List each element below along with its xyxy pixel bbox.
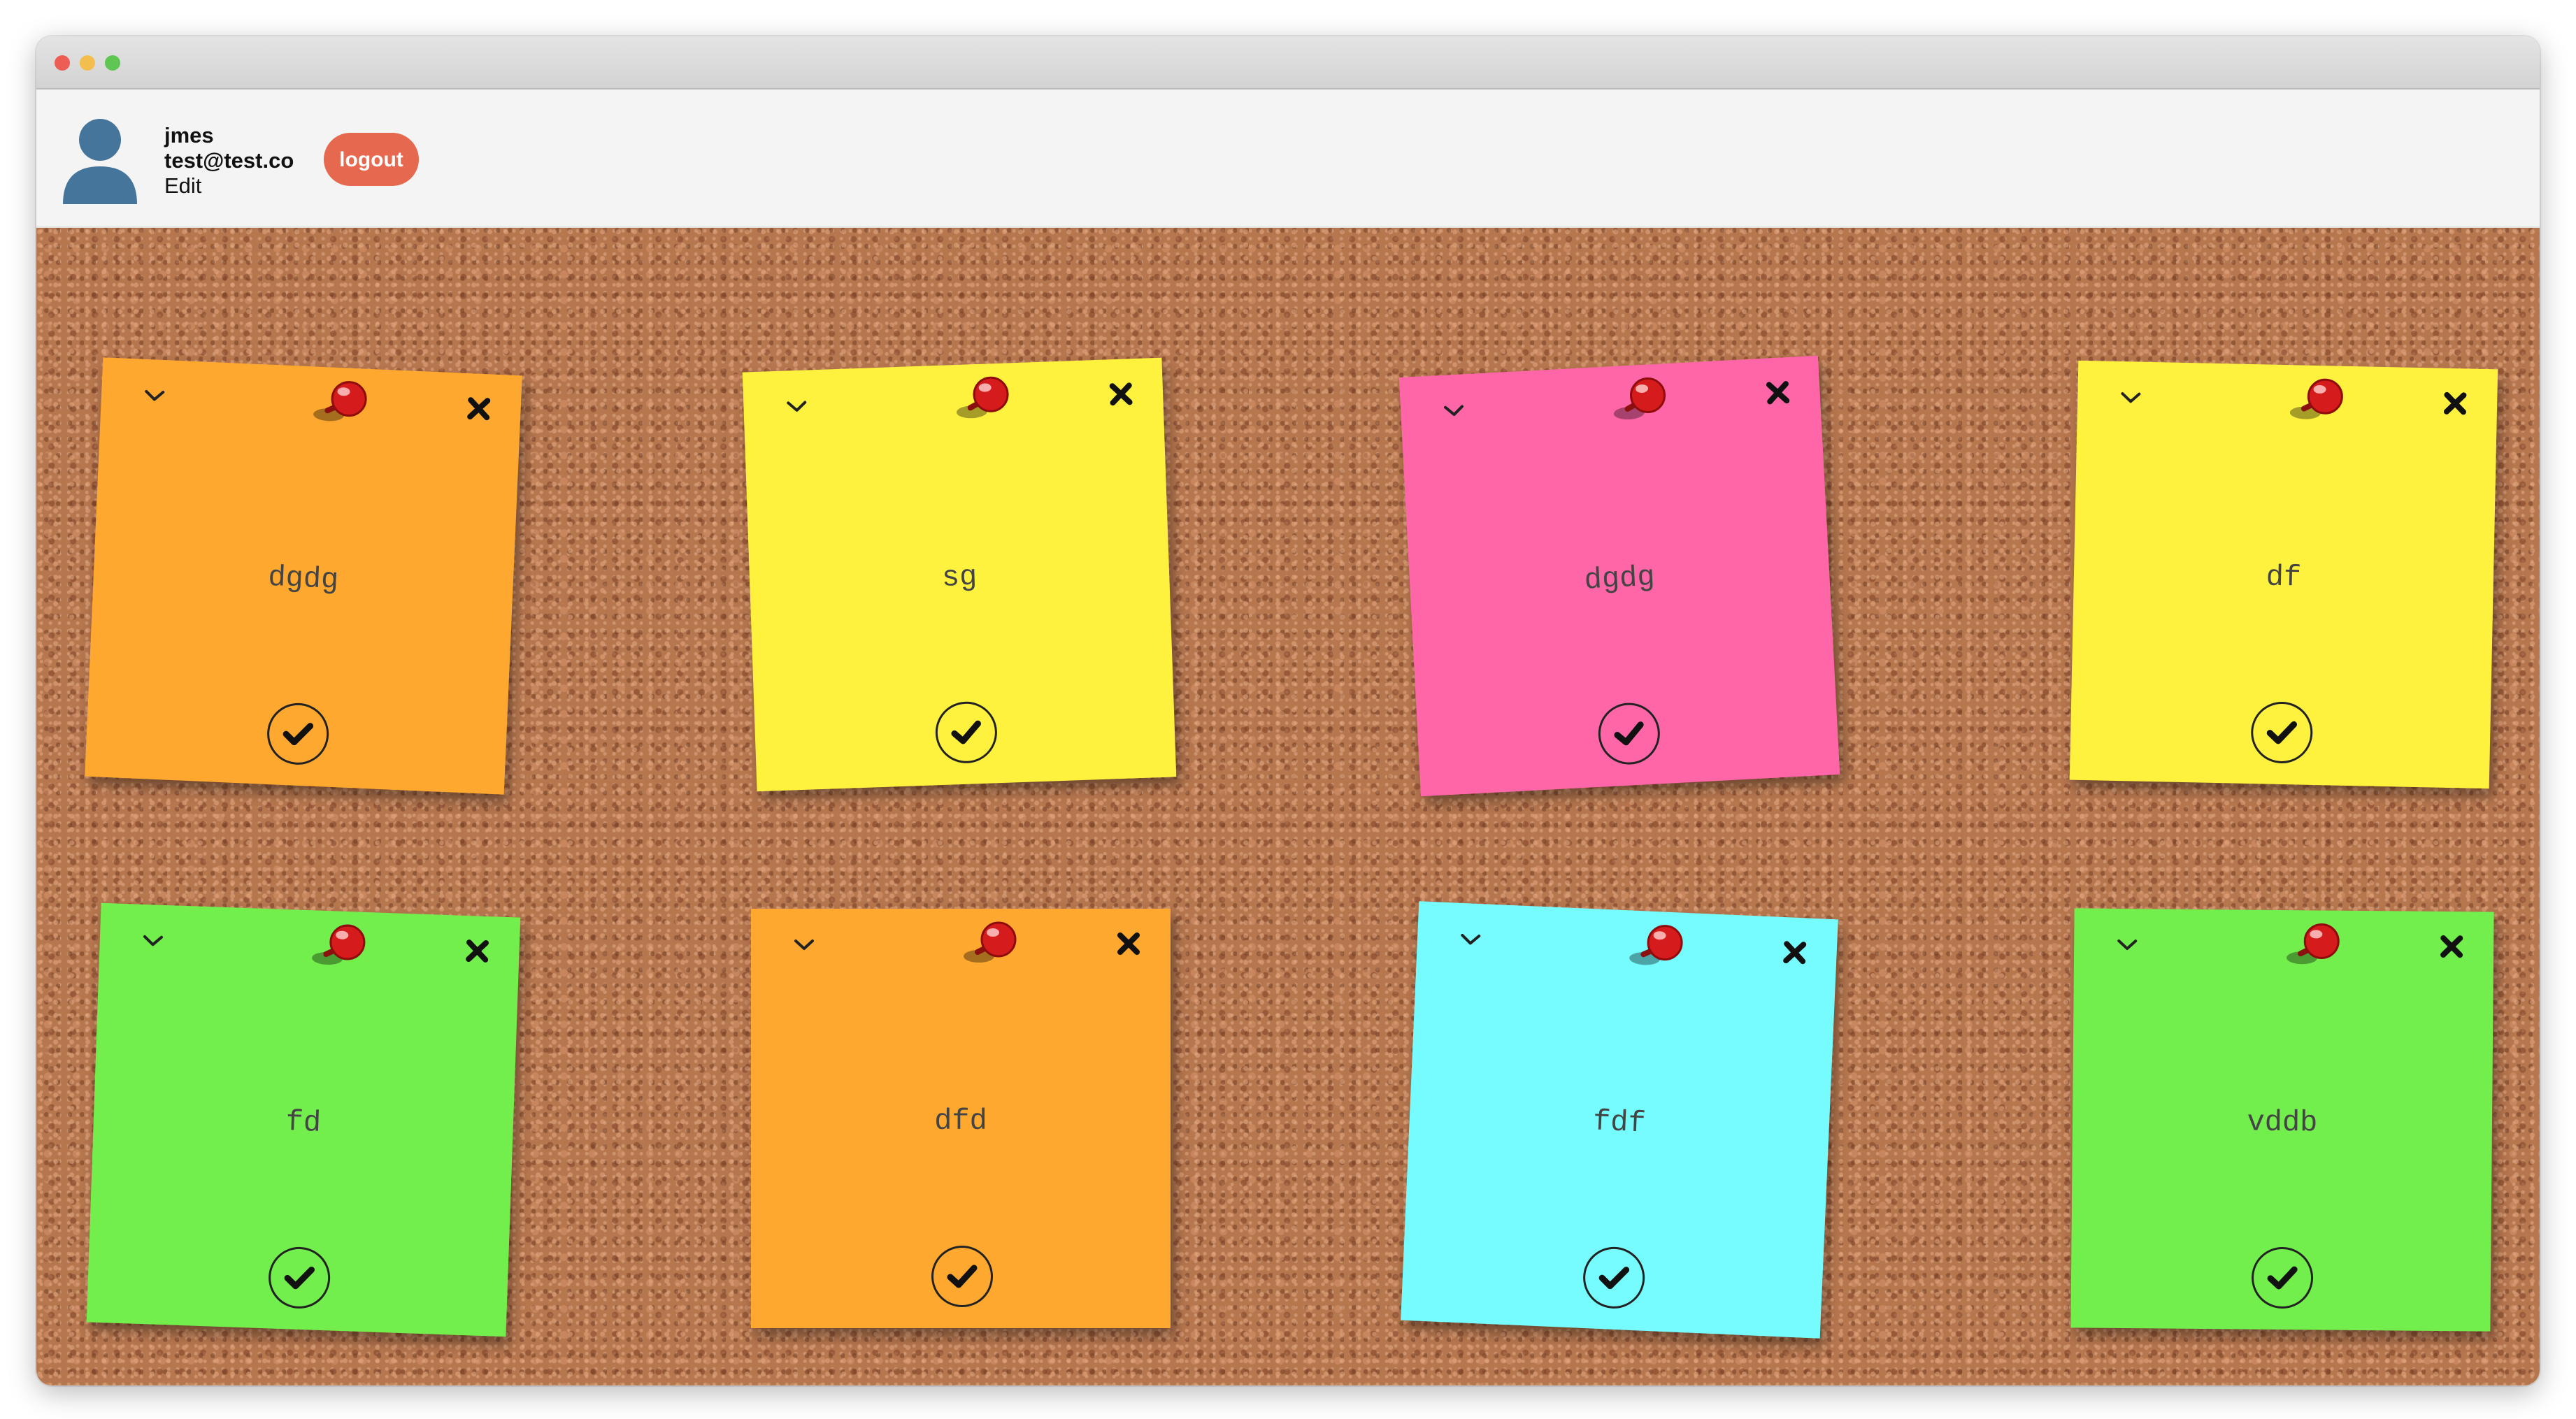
chevron-down-icon[interactable]	[142, 387, 168, 405]
window-titlebar	[36, 36, 2540, 89]
check-icon	[284, 1267, 315, 1290]
note-text: dfd	[934, 1104, 987, 1138]
sticky-note[interactable]: dfd	[751, 909, 1171, 1328]
chevron-down-icon[interactable]	[2118, 389, 2143, 407]
chevron-down-icon[interactable]	[1441, 402, 1467, 420]
note-text: vddb	[2247, 1105, 2318, 1140]
sticky-note[interactable]: sg	[742, 357, 1177, 792]
pushpin-icon	[1629, 925, 1683, 965]
close-icon[interactable]	[1780, 938, 1810, 967]
check-icon	[2267, 1266, 2298, 1290]
user-email: test@test.co	[164, 148, 294, 173]
mark-done-button[interactable]	[2251, 1246, 2314, 1309]
sticky-note[interactable]: dgdg	[1398, 355, 1840, 797]
check-icon	[1614, 721, 1644, 746]
note-text: dgdg	[1583, 560, 1656, 598]
close-icon[interactable]	[1763, 378, 1793, 408]
sticky-note[interactable]: df	[2069, 360, 2498, 789]
chevron-down-icon[interactable]	[2115, 937, 2140, 953]
minimize-window-button[interactable]	[80, 55, 95, 71]
pushpin-icon	[956, 376, 1009, 419]
sticky-note[interactable]: fd	[86, 902, 521, 1337]
pushpin-icon	[2287, 923, 2340, 965]
mark-done-button[interactable]	[2250, 701, 2314, 764]
user-name: jmes	[164, 123, 214, 147]
note-text: fd	[285, 1105, 322, 1140]
cork-board: dgdg sg dgdg df fd dfd fdf vddb	[36, 228, 2540, 1385]
chevron-down-icon[interactable]	[1458, 931, 1484, 949]
mark-done-button[interactable]	[267, 1246, 331, 1310]
chevron-down-icon[interactable]	[140, 932, 166, 950]
user-avatar-icon	[63, 119, 137, 204]
pushpin-icon	[964, 921, 1017, 963]
check-icon	[2266, 721, 2298, 744]
check-icon	[951, 720, 981, 744]
sticky-note[interactable]: fdf	[1401, 901, 1838, 1339]
chevron-down-icon[interactable]	[792, 937, 817, 953]
check-icon	[282, 723, 314, 746]
chevron-down-icon[interactable]	[784, 398, 810, 415]
close-icon[interactable]	[2438, 932, 2466, 960]
check-icon	[947, 1265, 978, 1288]
mark-done-button[interactable]	[266, 701, 331, 766]
pushpin-icon	[313, 381, 367, 422]
edit-profile-link[interactable]: Edit	[164, 173, 294, 199]
note-text: df	[2266, 560, 2302, 595]
close-icon[interactable]	[1106, 380, 1135, 408]
user-header: jmes test@test.co Edit logout	[36, 89, 2540, 228]
maximize-window-button[interactable]	[105, 55, 120, 71]
user-info: jmes test@test.co Edit	[164, 123, 294, 199]
note-text: dgdg	[267, 560, 340, 598]
note-text: sg	[941, 560, 978, 595]
close-icon[interactable]	[463, 937, 492, 965]
pushpin-icon	[312, 924, 366, 965]
pushpin-icon	[1613, 377, 1666, 420]
sticky-note[interactable]: vddb	[2070, 908, 2494, 1332]
close-icon[interactable]	[1115, 930, 1143, 958]
close-window-button[interactable]	[55, 55, 70, 71]
mark-done-button[interactable]	[1596, 701, 1662, 766]
mark-done-button[interactable]	[934, 700, 999, 765]
logout-button[interactable]: logout	[324, 133, 419, 186]
pushpin-icon	[2289, 378, 2343, 419]
close-icon[interactable]	[2441, 389, 2470, 418]
mark-done-button[interactable]	[931, 1246, 993, 1307]
note-text: fdf	[1592, 1104, 1647, 1141]
sticky-note[interactable]: dgdg	[85, 357, 522, 795]
mark-done-button[interactable]	[1582, 1245, 1647, 1310]
app-window: jmes test@test.co Edit logout dgdg sg dg…	[36, 36, 2540, 1385]
check-icon	[1598, 1267, 1630, 1290]
close-icon[interactable]	[464, 394, 494, 424]
